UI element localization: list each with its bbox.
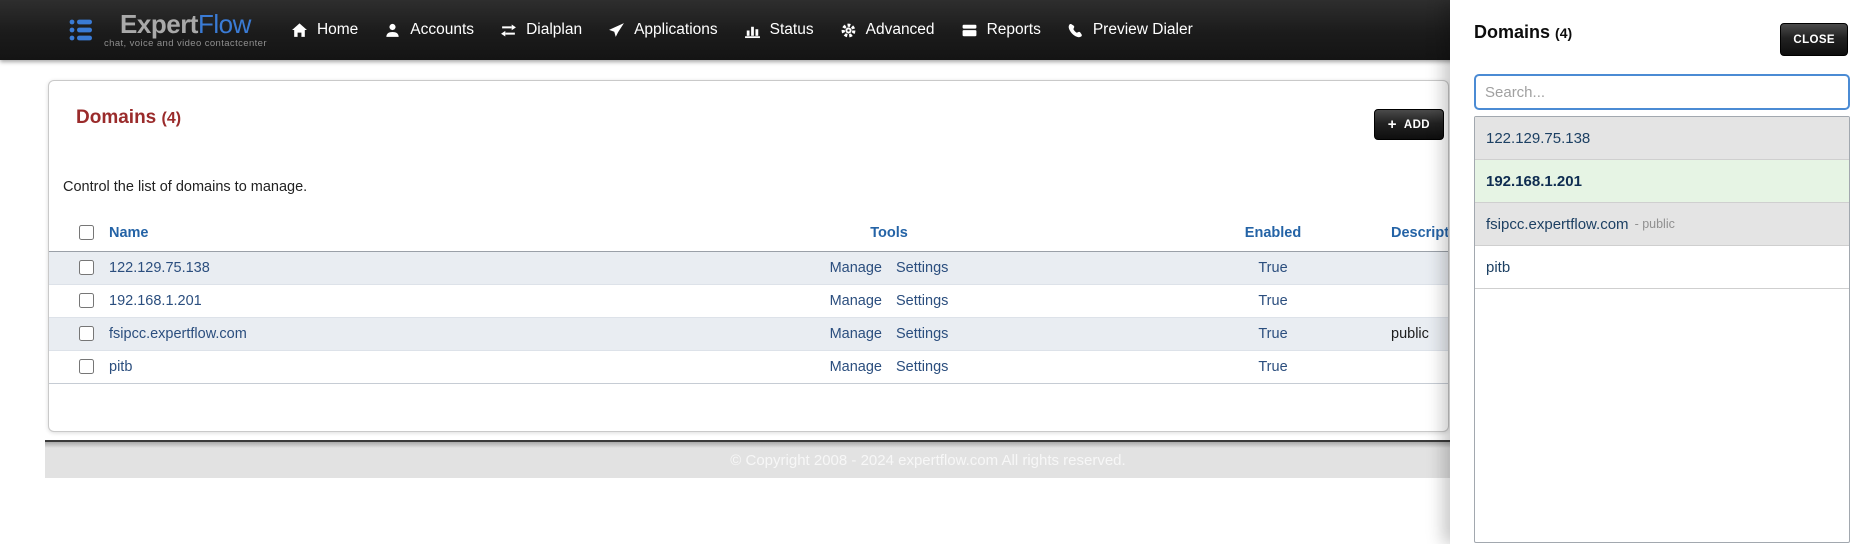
domains-card: Domains (4) + ADD Control the list of do… bbox=[48, 80, 1449, 432]
column-header-enabled[interactable]: Enabled bbox=[1169, 215, 1377, 251]
domain-option[interactable]: pitb bbox=[1475, 246, 1849, 289]
settings-link[interactable]: Settings bbox=[896, 359, 948, 375]
enabled-value: True bbox=[1258, 292, 1288, 309]
nav-item-advanced[interactable]: Advanced bbox=[840, 21, 935, 39]
column-header-description[interactable]: Description bbox=[1377, 215, 1448, 251]
copyright-text: © Copyright 2008 - 2024 expertflow.com A… bbox=[730, 451, 1126, 469]
row-checkbox[interactable] bbox=[79, 293, 94, 309]
nav-label: Dialplan bbox=[526, 21, 583, 38]
row-checkbox[interactable] bbox=[79, 260, 94, 276]
domain-option-label: pitb bbox=[1486, 258, 1511, 276]
home-icon bbox=[292, 22, 307, 37]
table-header-row: Name Tools Enabled Description bbox=[49, 215, 1448, 251]
nav-item-reports[interactable]: Reports bbox=[961, 21, 1041, 39]
table-row: fsipcc.expertflow.com Manage Settings Tru… bbox=[49, 317, 1448, 350]
nav-label: Reports bbox=[986, 21, 1041, 38]
table-row: 192.168.1.201 Manage Settings True bbox=[49, 284, 1448, 317]
manage-link[interactable]: Manage bbox=[830, 359, 882, 375]
brand-flow: Flow bbox=[197, 9, 251, 39]
domain-list: 122.129.75.138 192.168.1.201 fsipcc.expe… bbox=[1474, 116, 1850, 543]
page-title-count: (4) bbox=[161, 110, 182, 127]
row-checkbox[interactable] bbox=[79, 359, 94, 375]
domain-option-label: 192.168.1.201 bbox=[1486, 172, 1582, 190]
manage-link[interactable]: Manage bbox=[830, 326, 882, 342]
nav-label: Applications bbox=[634, 21, 718, 38]
domain-option-suffix: - public bbox=[1634, 217, 1675, 231]
panel-title-count: (4) bbox=[1555, 25, 1573, 41]
nav-menu: Home Accounts Dialplan Applications Stat… bbox=[291, 21, 1193, 39]
bar-chart-icon bbox=[744, 26, 760, 38]
domains-table: Name Tools Enabled Description 122.129.7… bbox=[49, 215, 1448, 384]
select-all-checkbox[interactable] bbox=[79, 225, 94, 241]
add-button[interactable]: + ADD bbox=[1373, 109, 1444, 140]
domain-option-label: 122.129.75.138 bbox=[1486, 129, 1591, 147]
column-header-name[interactable]: Name bbox=[109, 215, 609, 251]
domain-link[interactable]: pitb bbox=[109, 359, 132, 375]
add-button-label: ADD bbox=[1403, 118, 1430, 131]
domain-option-current[interactable]: 192.168.1.201 bbox=[1475, 160, 1849, 203]
domain-link[interactable]: 122.129.75.138 bbox=[109, 260, 210, 276]
table-row: pitb Manage Settings True bbox=[49, 350, 1448, 383]
page-subtitle: Control the list of domains to manage. bbox=[63, 179, 308, 195]
nav-label: Home bbox=[316, 21, 359, 38]
manage-link[interactable]: Manage bbox=[830, 293, 882, 309]
archive-icon bbox=[962, 24, 976, 36]
nav-label: Status bbox=[769, 21, 814, 38]
enabled-value: True bbox=[1258, 358, 1288, 375]
nav-item-home[interactable]: Home bbox=[291, 21, 358, 39]
phone-icon bbox=[1068, 23, 1082, 37]
nav-item-applications[interactable]: Applications bbox=[608, 21, 718, 39]
domain-option[interactable]: 122.129.75.138 bbox=[1475, 117, 1849, 160]
description-value bbox=[1377, 251, 1448, 284]
brand-logo[interactable]: ExpertFlow chat, voice and video contact… bbox=[68, 11, 267, 49]
enabled-value: True bbox=[1258, 259, 1288, 276]
enabled-value: True bbox=[1258, 325, 1288, 342]
description-value bbox=[1377, 350, 1448, 383]
manage-link[interactable]: Manage bbox=[830, 260, 882, 276]
description-value: public bbox=[1391, 325, 1429, 342]
card-header: Domains (4) + ADD bbox=[49, 81, 1448, 140]
nav-item-accounts[interactable]: Accounts bbox=[384, 21, 474, 39]
brand-tagline: chat, voice and video contactcenter bbox=[104, 38, 267, 49]
nav-label: Preview Dialer bbox=[1092, 21, 1193, 38]
user-icon bbox=[386, 23, 399, 37]
domain-link[interactable]: fsipcc.expertflow.com bbox=[109, 326, 247, 342]
page-title-text: Domains bbox=[76, 107, 157, 128]
brand-expert: Expert bbox=[120, 9, 198, 39]
nav-label: Advanced bbox=[865, 21, 935, 38]
close-button[interactable]: CLOSE bbox=[1780, 23, 1848, 56]
settings-link[interactable]: Settings bbox=[896, 326, 948, 342]
settings-link[interactable]: Settings bbox=[896, 260, 948, 276]
domain-selector-panel: Domains (4) CLOSE 122.129.75.138 192.168… bbox=[1450, 0, 1856, 544]
nav-item-preview-dialer[interactable]: Preview Dialer bbox=[1067, 21, 1193, 39]
table-row: 122.129.75.138 Manage Settings True bbox=[49, 251, 1448, 284]
nav-label: Accounts bbox=[410, 21, 475, 38]
plus-icon: + bbox=[1387, 116, 1397, 133]
screen: ExpertFlow chat, voice and video contact… bbox=[0, 0, 1856, 544]
expertflow-logo-icon bbox=[69, 19, 92, 41]
nav-item-dialplan[interactable]: Dialplan bbox=[500, 21, 582, 39]
domain-option[interactable]: fsipcc.expertflow.com - public bbox=[1475, 203, 1849, 246]
domain-search-input[interactable] bbox=[1474, 74, 1850, 110]
panel-title-text: Domains bbox=[1474, 22, 1551, 42]
page-title: Domains (4) bbox=[76, 107, 1440, 129]
domain-option-label: fsipcc.expertflow.com bbox=[1486, 215, 1629, 233]
description-value bbox=[1377, 284, 1448, 317]
gear-icon bbox=[841, 23, 856, 37]
brand-text: ExpertFlow chat, voice and video contact… bbox=[104, 11, 267, 49]
domain-link[interactable]: 192.168.1.201 bbox=[109, 293, 202, 309]
settings-link[interactable]: Settings bbox=[896, 293, 948, 309]
column-header-tools: Tools bbox=[870, 224, 908, 241]
nav-item-status[interactable]: Status bbox=[744, 21, 814, 39]
transfer-arrows-icon bbox=[501, 24, 516, 37]
row-checkbox[interactable] bbox=[79, 326, 94, 342]
paper-plane-icon bbox=[609, 22, 625, 37]
